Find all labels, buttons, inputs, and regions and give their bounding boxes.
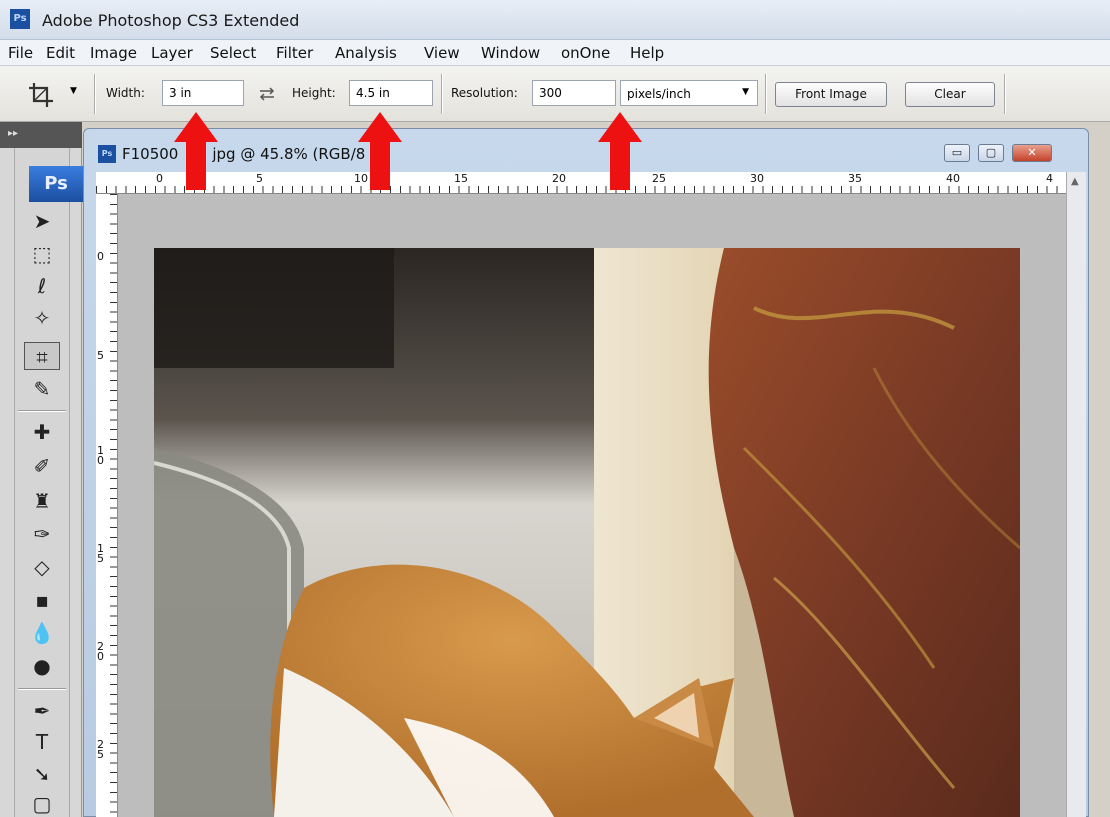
ruler-label: 4	[1046, 172, 1053, 185]
photoshop-logo-icon[interactable]: Ps	[29, 166, 83, 202]
close-button[interactable]: ✕	[1012, 144, 1052, 162]
swap-arrows-icon[interactable]	[257, 84, 277, 104]
ruler-label: 15	[97, 542, 104, 565]
chevron-down-icon: ▼	[70, 86, 77, 96]
document-title: F10500 jpg @ 45.8% (RGB/8	[122, 145, 366, 163]
menu-edit[interactable]: Edit	[46, 44, 75, 62]
crop-icon	[29, 83, 53, 107]
resolution-label: Resolution:	[451, 86, 518, 100]
toolbox-expand-button[interactable]: ▸▸	[0, 122, 82, 148]
ruler-label: 20	[552, 172, 566, 185]
menu-help[interactable]: Help	[630, 44, 664, 62]
pen-tool-icon[interactable]: ✒	[24, 697, 60, 725]
shape-tool-icon[interactable]: ▢	[24, 790, 60, 817]
front-image-button[interactable]: Front Image	[775, 82, 887, 107]
marquee-tool-icon[interactable]: ⬚	[24, 240, 60, 268]
chevron-down-icon: ▼	[742, 87, 749, 97]
menu-analysis[interactable]: Analysis	[335, 44, 397, 62]
divider	[765, 74, 767, 114]
menu-view[interactable]: View	[424, 44, 460, 62]
ruler-label: 35	[848, 172, 862, 185]
vertical-ruler: 0 5 10 15 20 25	[96, 194, 118, 817]
dodge-tool-icon[interactable]: ●	[24, 652, 60, 680]
gradient-tool-icon[interactable]: ▪	[24, 586, 60, 614]
canvas-image[interactable]	[154, 248, 1020, 817]
ruler-label: 30	[750, 172, 764, 185]
ruler-label: 25	[652, 172, 666, 185]
red-arrow-height	[358, 112, 402, 190]
crop-tool-preset-picker[interactable]: ▼	[22, 78, 82, 108]
width-input[interactable]	[162, 80, 244, 106]
red-arrow-resolution	[598, 112, 642, 190]
minimize-button[interactable]: ▭	[944, 144, 970, 162]
ruler-label: 0	[156, 172, 163, 185]
ruler-label: 5	[97, 349, 104, 362]
title-bar: Ps Adobe Photoshop CS3 Extended	[0, 0, 1110, 40]
height-label: Height:	[292, 86, 336, 100]
resolution-unit-value: pixels/inch	[627, 87, 691, 101]
type-tool-icon[interactable]: T	[24, 728, 60, 756]
healing-brush-tool-icon[interactable]: ✚	[24, 418, 60, 446]
menu-onone[interactable]: onOne	[561, 44, 610, 62]
ruler-label: 10	[97, 444, 104, 467]
ruler-label: 15	[454, 172, 468, 185]
slice-tool-icon[interactable]: ✎	[24, 375, 60, 403]
horizontal-ruler: 0 5 10 15 20 25 30 35 40 4	[96, 172, 1066, 194]
ruler-label: 40	[946, 172, 960, 185]
ruler-label: 0	[97, 250, 104, 263]
menu-window[interactable]: Window	[481, 44, 540, 62]
options-bar: ▼ Width: Height: Resolution: pixels/inch…	[0, 66, 1110, 122]
maximize-button[interactable]: ▢	[978, 144, 1004, 162]
clone-stamp-tool-icon[interactable]: ♜	[24, 487, 60, 515]
resolution-unit-select[interactable]: pixels/inch ▼	[620, 80, 758, 106]
menu-image[interactable]: Image	[90, 44, 137, 62]
resolution-input[interactable]	[532, 80, 616, 106]
divider	[441, 74, 443, 114]
divider	[18, 688, 66, 690]
move-tool-icon[interactable]: ➤	[24, 207, 60, 235]
divider	[1004, 74, 1006, 114]
ruler-label: 5	[256, 172, 263, 185]
ruler-ticks	[110, 194, 117, 817]
ruler-ticks	[96, 186, 1066, 193]
history-brush-tool-icon[interactable]: ✑	[24, 520, 60, 548]
vertical-scrollbar[interactable]: ▲	[1066, 172, 1086, 817]
clear-button[interactable]: Clear	[905, 82, 995, 107]
menu-layer[interactable]: Layer	[151, 44, 193, 62]
blur-tool-icon[interactable]: 💧	[24, 619, 60, 647]
eraser-tool-icon[interactable]: ◇	[24, 553, 60, 581]
red-arrow-width	[174, 112, 218, 190]
brush-tool-icon[interactable]: ✐	[24, 452, 60, 480]
menu-filter[interactable]: Filter	[276, 44, 313, 62]
menu-file[interactable]: File	[8, 44, 33, 62]
divider	[94, 74, 96, 114]
ruler-label: 25	[97, 738, 104, 761]
photoshop-logo-icon: Ps	[10, 9, 30, 29]
menu-bar: File Edit Image Layer Select Filter Anal…	[0, 40, 1110, 66]
ruler-label: 20	[97, 640, 104, 663]
menu-select[interactable]: Select	[210, 44, 256, 62]
path-selection-tool-icon[interactable]: ➘	[24, 760, 60, 788]
crop-tool-icon[interactable]: ⌗	[24, 342, 60, 370]
width-label: Width:	[106, 86, 145, 100]
scroll-up-arrow-icon[interactable]: ▲	[1071, 176, 1079, 187]
divider	[18, 410, 66, 412]
cat-photo	[154, 248, 1020, 817]
window-title: Adobe Photoshop CS3 Extended	[42, 11, 300, 30]
document-icon: Ps	[98, 145, 116, 163]
lasso-tool-icon[interactable]: ℓ	[24, 272, 60, 300]
magic-wand-tool-icon[interactable]: ✧	[24, 304, 60, 332]
height-input[interactable]	[349, 80, 433, 106]
